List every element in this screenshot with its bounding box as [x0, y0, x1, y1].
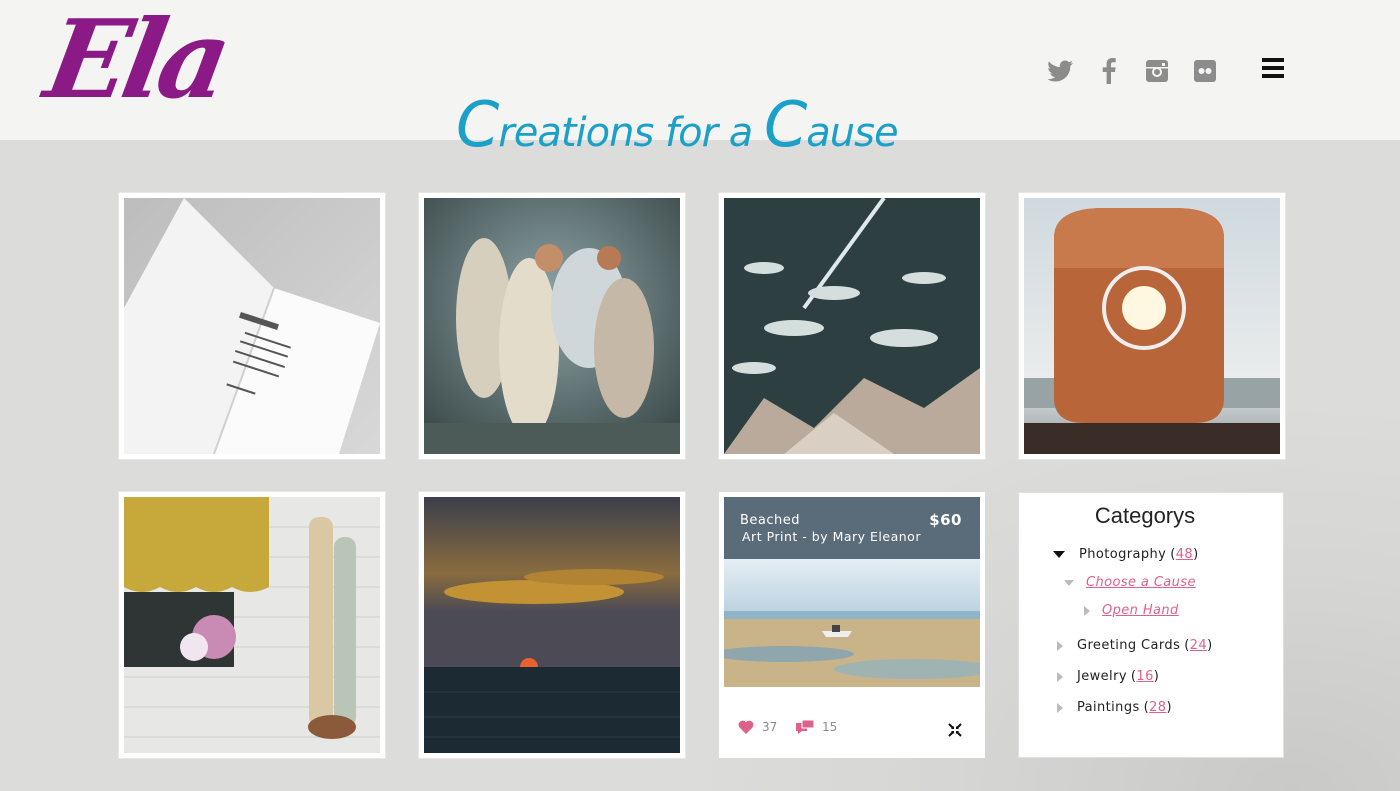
product-header: Beached Art Print - by Mary Eleanor $60 — [724, 497, 980, 559]
tagline-rest-1: reations for a — [498, 110, 764, 156]
categories-heading: Categorys — [1094, 503, 1196, 528]
categories-panel: Categorys Photography (48) Choose a Caus… — [1018, 492, 1284, 758]
abstract-painting-thumbnail[interactable] — [719, 193, 985, 459]
product-subtitle: Art Print - by Mary Eleanor — [742, 529, 921, 544]
like-action[interactable]: 37 — [738, 720, 777, 734]
expand-icon[interactable] — [948, 723, 962, 737]
hamburger-icon[interactable] — [1262, 58, 1284, 82]
caret-right-icon[interactable] — [1084, 605, 1090, 616]
product-actions: 37 15 — [724, 711, 980, 753]
caret-down-icon[interactable] — [1064, 579, 1074, 586]
category-photography[interactable]: Photography (48) — [1053, 547, 1199, 562]
category-count[interactable]: 28 — [1149, 700, 1166, 715]
product-title[interactable]: Beached — [740, 513, 800, 528]
buoys-house-photo-image — [124, 497, 380, 753]
flickr-icon[interactable] — [1190, 56, 1220, 86]
fairies-painting-image — [424, 198, 680, 454]
comment-action[interactable]: 15 — [796, 720, 837, 734]
tagline-rest-2: ause — [806, 110, 898, 156]
greeting-card-thumbnail[interactable] — [119, 193, 385, 459]
likes-count: 37 — [762, 720, 778, 734]
sunset-photo-image — [424, 497, 680, 753]
social-links — [1046, 56, 1238, 86]
tagline-cap-1: C — [456, 88, 499, 161]
facebook-icon[interactable] — [1094, 56, 1124, 86]
category-label: Jewelry — [1077, 669, 1127, 684]
category-choose-a-cause[interactable]: Choose a Cause — [1064, 575, 1196, 590]
twitter-icon[interactable] — [1046, 56, 1076, 86]
category-label: Photography — [1079, 547, 1167, 562]
heart-icon — [738, 720, 754, 734]
category-count[interactable]: 16 — [1136, 669, 1153, 684]
beached-photo-image[interactable] — [724, 559, 980, 687]
caret-right-icon[interactable] — [1057, 702, 1063, 713]
category-count[interactable]: 48 — [1176, 547, 1193, 562]
category-label: Greeting Cards — [1077, 638, 1181, 653]
buoys-house-photo-thumbnail[interactable] — [119, 492, 385, 758]
caret-right-icon[interactable] — [1057, 671, 1063, 682]
greeting-card-image — [124, 198, 380, 454]
category-count[interactable]: 24 — [1190, 638, 1207, 653]
site-logo[interactable]: Ela — [37, 0, 235, 123]
category-open-hand[interactable]: Open Hand — [1084, 603, 1179, 618]
category-greeting-cards[interactable]: Greeting Cards (24) — [1057, 638, 1213, 653]
product-card[interactable]: Beached Art Print - by Mary Eleanor $60 … — [719, 492, 985, 758]
caret-right-icon[interactable] — [1057, 640, 1063, 651]
tagline-cap-2: C — [763, 88, 807, 161]
comments-icon — [796, 720, 814, 734]
subcategory-link[interactable]: Choose a Cause — [1086, 575, 1196, 590]
life-raft-photo-thumbnail[interactable] — [1019, 193, 1285, 459]
category-paintings[interactable]: Paintings (28) — [1057, 700, 1172, 715]
subcategory-link[interactable]: Open Hand — [1102, 603, 1179, 618]
product-price: $60 — [929, 511, 962, 529]
abstract-painting-image — [724, 198, 980, 454]
category-jewelry[interactable]: Jewelry (16) — [1057, 669, 1159, 684]
life-raft-photo-image — [1024, 198, 1280, 454]
sunset-photo-thumbnail[interactable] — [419, 492, 685, 758]
caret-down-icon[interactable] — [1053, 551, 1065, 558]
category-label: Paintings — [1077, 700, 1140, 715]
instagram-icon[interactable] — [1142, 56, 1172, 86]
site-tagline: Creations for a Cause — [456, 88, 899, 161]
comments-count: 15 — [822, 720, 838, 734]
fairies-painting-thumbnail[interactable] — [419, 193, 685, 459]
